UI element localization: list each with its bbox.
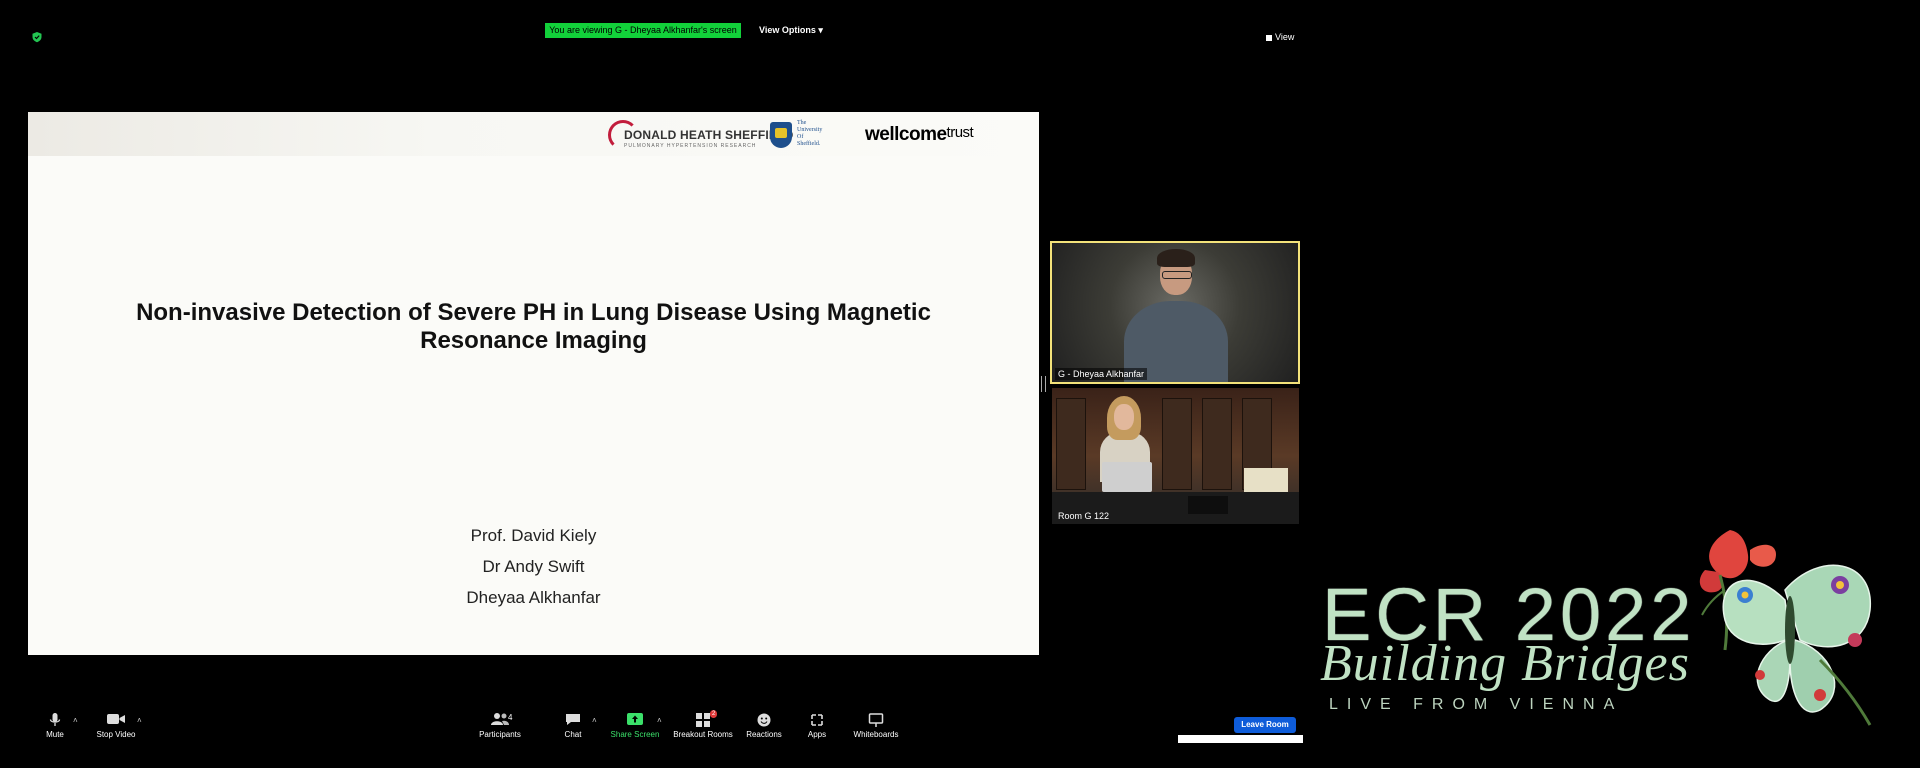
participants-label: Participants [479,730,521,739]
logo-uos-line: Of [797,134,804,140]
speaker-name-sign [1188,496,1228,514]
room-wall-panel [1056,398,1086,490]
security-shield-icon[interactable] [31,31,43,43]
presenter-face [1114,404,1134,430]
author-line: Prof. David Kiely [470,526,597,545]
shared-screen-slide: DONALD HEATH SHEFFIELD PULMONARY HYPERTE… [28,112,1039,655]
apps-label: Apps [807,730,827,739]
video-tile-active-speaker[interactable]: G - Dheyaa Alkhanfar [1050,241,1300,384]
grid-view-icon [1266,34,1272,41]
share-screen-label: Share Screen [610,730,660,739]
breakout-rooms-badge: 2 [710,710,718,718]
author-line: Dr Andy Swift [482,557,585,576]
share-options-chevron-icon[interactable]: ˄ [657,716,662,725]
logo-uos-line: Sheffield. [797,141,821,147]
mute-label: Mute [46,730,64,739]
whiteboard-icon [836,712,916,728]
speaker-glasses [1162,271,1192,279]
donald-heath-sheffield-logo: DONALD HEATH SHEFFIELD PULMONARY HYPERTE… [608,120,793,150]
building-bridges-script: Building Bridges [1320,635,1690,692]
room-name-label: Room G 122 [1058,511,1110,521]
video-options-chevron-icon[interactable]: ˄ [137,716,142,725]
logo-uos-text: The University Of Sheffield. [797,120,822,148]
participants-count: 4 [508,713,513,722]
author-line: Dheyaa Alkhanfar [466,588,601,607]
participant-name-label: G - Dheyaa Alkhanfar [1055,368,1148,380]
logo-dhs-name: DONALD HEATH SHEFFIELD [624,128,794,142]
leave-room-button[interactable]: Leave Room [1234,717,1296,733]
room-wall-panel [1162,398,1192,490]
whiteboards-button[interactable]: Whiteboards [836,712,916,739]
university-of-sheffield-logo: The University Of Sheffield. [770,120,838,152]
notification-strip [1178,735,1303,743]
participants-button[interactable]: 4 Participants [460,712,540,739]
view-options-label: View Options [759,25,816,35]
participants-icon: 4 [460,712,540,728]
viewing-screen-banner: You are viewing G - Dheyaa Alkhanfar's s… [545,23,741,38]
live-from-vienna: LIVE FROM VIENNA [1329,696,1624,713]
crest-icon [770,122,792,148]
view-options-button[interactable]: View Options ▾ [759,25,823,36]
speaker-hair [1157,249,1195,267]
split-resize-handle[interactable] [1041,376,1046,392]
butterfly-flower-illustration [1699,530,1872,726]
chat-label: Chat [564,730,582,739]
stop-video-label: Stop Video [96,730,136,739]
logo-uos-line: University [797,127,823,133]
video-tile-room[interactable]: Room G 122 [1052,388,1299,524]
view-label: View [1275,32,1295,42]
logo-wt-light: trust [946,124,974,141]
whiteboards-label: Whiteboards [853,730,899,739]
logo-dhs-subtitle: PULMONARY HYPERTENSION RESEARCH [624,143,757,149]
logo-wt-bold: wellcome [865,124,947,145]
room-wall-panel [1202,398,1232,490]
logo-uos-line: The [797,120,807,126]
slide-title: Non-invasive Detection of Severe PH in L… [136,299,931,354]
wellcome-trust-logo: wellcometrust [865,124,974,146]
view-button[interactable]: View [1266,32,1294,42]
laptop [1102,462,1152,492]
chevron-down-icon: ▾ [818,25,823,35]
stop-video-button[interactable]: Stop Video [76,712,156,739]
video-camera-icon [76,712,156,728]
slide-authors: Prof. David Kiely Dr Andy Swift Dheyaa A… [328,520,739,613]
